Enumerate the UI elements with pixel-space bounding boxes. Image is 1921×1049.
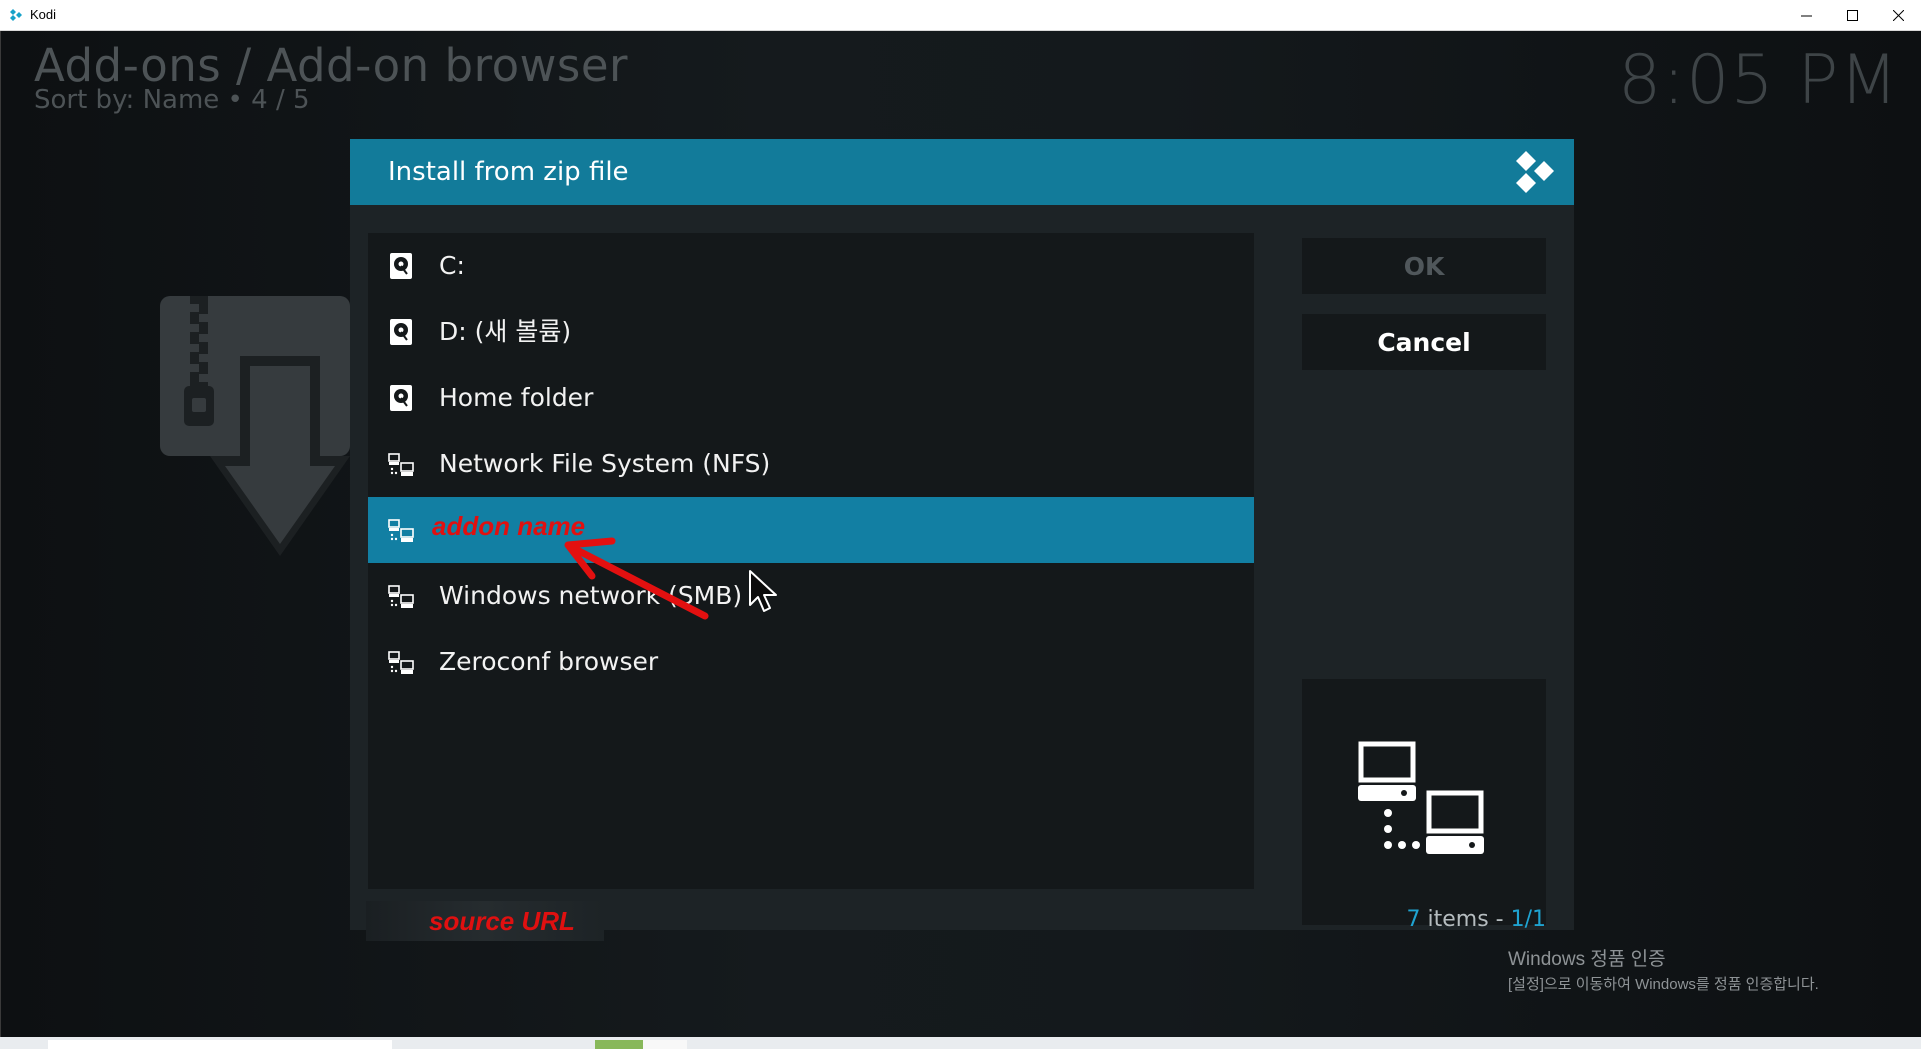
minimize-button[interactable] (1783, 0, 1829, 30)
window-titlebar: Kodi (0, 0, 1921, 31)
close-icon (1892, 9, 1904, 21)
activation-message: [설정]으로 이동하여 Windows를 정품 인증합니다. (1508, 976, 1819, 993)
taskbar-app[interactable] (595, 1040, 643, 1049)
activation-title: Windows 정품 인증 (1508, 949, 1666, 970)
taskbar-search[interactable] (48, 1040, 392, 1049)
taskbar-app[interactable] (643, 1040, 687, 1049)
taskbar (0, 1037, 1921, 1049)
minimize-icon (1800, 15, 1812, 16)
kodi-app-area: Add-ons / Add-on browser Sort by: Name •… (0, 31, 1921, 1037)
window-title: Kodi (30, 7, 57, 22)
close-button[interactable] (1875, 0, 1921, 30)
mouse-cursor-icon (749, 570, 777, 612)
kodi-app-icon (10, 9, 22, 21)
maximize-icon (1846, 9, 1858, 21)
window-border (0, 31, 1, 1037)
annotation-arrow (564, 537, 709, 620)
maximize-button[interactable] (1829, 0, 1875, 30)
windows-activation-notice: Windows 정품 인증 [설정]으로 이동하여 Windows를 정품 인증… (1508, 944, 1819, 994)
